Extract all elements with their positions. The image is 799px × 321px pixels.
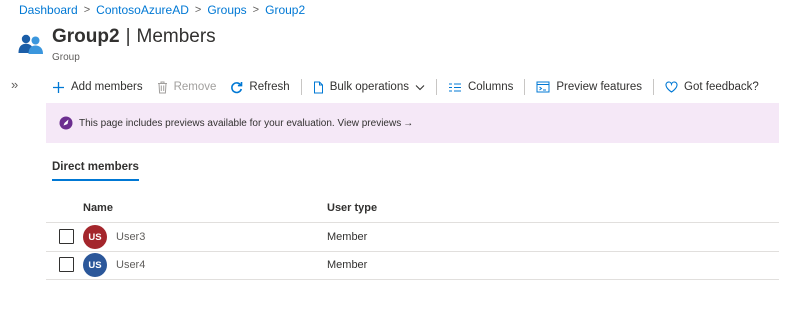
row-checkbox[interactable] bbox=[59, 257, 74, 272]
feedback-button[interactable]: Got feedback? bbox=[665, 81, 759, 93]
remove-label: Remove bbox=[173, 81, 217, 93]
columns-label: Columns bbox=[467, 81, 514, 93]
preview-features-label: Preview features bbox=[556, 81, 643, 93]
toolbar-divider bbox=[435, 79, 437, 95]
feedback-label: Got feedback? bbox=[684, 81, 759, 93]
chevron-down-icon bbox=[415, 84, 425, 90]
preview-banner: This page includes previews available fo… bbox=[46, 103, 779, 143]
expand-menu-icon[interactable]: » bbox=[11, 77, 18, 92]
bulk-operations-label: Bulk operations bbox=[329, 81, 409, 93]
heart-icon bbox=[665, 81, 678, 93]
banner-text: This page includes previews available fo… bbox=[79, 117, 402, 129]
toolbar-divider bbox=[524, 79, 526, 95]
title-separator: | bbox=[125, 26, 131, 47]
page-title: Group2 | Members bbox=[52, 26, 216, 48]
trash-icon bbox=[157, 81, 167, 93]
breadcrumb-tenant[interactable]: ContosoAzureAD bbox=[96, 3, 189, 17]
preview-features-button[interactable]: Preview features bbox=[536, 81, 642, 93]
columns-button[interactable]: Columns bbox=[448, 81, 513, 93]
plus-icon bbox=[53, 81, 64, 93]
resource-type-caption: Group bbox=[52, 52, 80, 63]
avatar: US bbox=[83, 225, 107, 249]
group-name: Group2 bbox=[52, 26, 120, 47]
rocket-icon bbox=[59, 116, 73, 130]
user-type: Member bbox=[327, 231, 368, 243]
breadcrumb-separator: > bbox=[83, 4, 91, 16]
tab-direct-members[interactable]: Direct members bbox=[52, 161, 139, 181]
breadcrumb-separator: > bbox=[194, 4, 202, 16]
breadcrumb-group2[interactable]: Group2 bbox=[265, 3, 305, 17]
columns-icon bbox=[448, 82, 461, 92]
preview-icon bbox=[536, 81, 550, 93]
add-members-label: Add members bbox=[71, 81, 143, 93]
command-bar: Add members Remove Refresh Bulk operatio… bbox=[52, 78, 759, 96]
section-name: Members bbox=[136, 26, 216, 47]
document-icon bbox=[313, 81, 323, 93]
column-header-name[interactable]: Name bbox=[83, 202, 113, 214]
user-name[interactable]: User4 bbox=[116, 259, 145, 271]
toolbar-divider bbox=[300, 79, 302, 95]
user-name[interactable]: User3 bbox=[116, 231, 145, 243]
refresh-button[interactable]: Refresh bbox=[230, 81, 290, 94]
toolbar-divider bbox=[653, 79, 655, 95]
avatar: US bbox=[83, 253, 107, 277]
column-header-user-type[interactable]: User type bbox=[327, 202, 377, 214]
group-icon bbox=[18, 34, 43, 54]
view-previews-arrow[interactable]: → bbox=[403, 118, 413, 129]
remove-button[interactable]: Remove bbox=[157, 81, 217, 94]
breadcrumb-groups[interactable]: Groups bbox=[207, 3, 246, 17]
breadcrumb-separator: > bbox=[252, 4, 260, 16]
breadcrumb-dashboard[interactable]: Dashboard bbox=[19, 3, 78, 17]
row-checkbox[interactable] bbox=[59, 229, 74, 244]
table-row[interactable]: US User4 Member bbox=[46, 251, 779, 280]
table-row[interactable]: US User3 Member bbox=[46, 223, 779, 252]
refresh-label: Refresh bbox=[249, 81, 290, 93]
bulk-operations-button[interactable]: Bulk operations bbox=[313, 81, 425, 94]
add-members-button[interactable]: Add members bbox=[52, 81, 143, 94]
user-type: Member bbox=[327, 259, 368, 271]
refresh-icon bbox=[231, 81, 243, 93]
breadcrumb: Dashboard > ContosoAzureAD > Groups > Gr… bbox=[19, 3, 305, 17]
